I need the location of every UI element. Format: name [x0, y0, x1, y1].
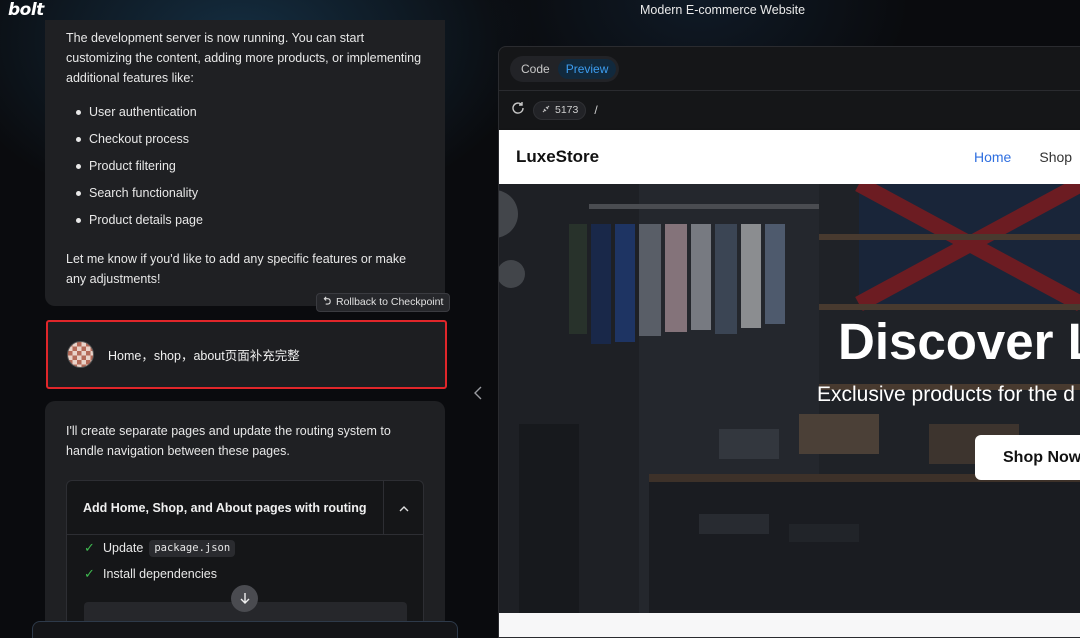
rollback-label: Rollback to Checkpoint [336, 296, 444, 308]
reload-icon[interactable] [511, 101, 525, 119]
page-content [499, 613, 1080, 637]
hero-section: Discover L Exclusive products for the d … [499, 184, 1080, 613]
reply-text: I'll create separate pages and update th… [66, 424, 391, 458]
assistant-outro: Let me know if you'd like to add any spe… [66, 252, 407, 286]
chevron-up-icon [399, 498, 409, 518]
user-message: Home，shop，about页面补充完整 [46, 320, 447, 389]
assistant-message: The development server is now running. Y… [45, 20, 445, 306]
tab-preview[interactable]: Preview [557, 58, 617, 79]
artifact-header[interactable]: Add Home, Shop, and About pages with rou… [67, 481, 423, 535]
view-switcher: Code Preview [510, 55, 620, 82]
artifact-title: Add Home, Shop, and About pages with rou… [83, 500, 367, 515]
bolt-logo[interactable]: bolt [8, 0, 44, 20]
nav-link-shop[interactable]: Shop [1039, 149, 1072, 165]
file-chip: package.json [149, 539, 236, 557]
hero-subtitle: Exclusive products for the d [817, 383, 1075, 406]
list-item: Search functionality [66, 183, 425, 210]
check-icon: ✓ [84, 540, 95, 555]
collapse-toggle-button[interactable] [383, 481, 423, 535]
nav-link-home[interactable]: Home [974, 149, 1011, 165]
artifact-panel: Add Home, Shop, and About pages with rou… [66, 480, 424, 638]
site-nav-links: Home Shop [974, 149, 1072, 165]
action-step: ✓ Update package.json [67, 535, 423, 561]
site-preview: LuxeStore Home Shop Discover L Exclusive… [499, 130, 1080, 637]
hero-title: Discover L [838, 313, 1080, 370]
arrow-down-icon [240, 591, 250, 607]
preview-url-bar: 5173 / [499, 91, 1080, 129]
site-brand[interactable]: LuxeStore [516, 147, 599, 167]
assistant-intro: The development server is now running. Y… [66, 31, 422, 85]
shop-now-button[interactable]: Shop Now [975, 435, 1080, 480]
list-item: Product details page [66, 210, 425, 237]
user-message-text: Home，shop，about页面补充完整 [108, 349, 300, 363]
feature-list: User authentication Checkout process Pro… [66, 102, 425, 237]
workbench: Code Preview 5173 / LuxeStore Home Shop [498, 46, 1080, 638]
port-number: 5173 [555, 104, 579, 116]
port-selector[interactable]: 5173 [533, 100, 587, 120]
chat-input[interactable] [32, 621, 458, 638]
avatar [67, 341, 94, 368]
tab-code[interactable]: Code [513, 59, 558, 79]
step-label: Update [103, 541, 144, 555]
site-navbar: LuxeStore Home Shop [499, 130, 1080, 184]
plug-icon [541, 104, 551, 117]
step-label: Install dependencies [103, 567, 217, 581]
action-step: ✓ Install dependencies [67, 561, 423, 587]
rollback-icon [323, 294, 332, 311]
list-item: Product filtering [66, 156, 425, 183]
check-icon: ✓ [84, 566, 95, 581]
scroll-to-bottom-button[interactable] [231, 585, 258, 612]
list-item: User authentication [66, 102, 425, 129]
workbench-header: Code Preview [499, 47, 1080, 91]
list-item: Checkout process [66, 129, 425, 156]
chevron-left-icon[interactable] [474, 386, 482, 405]
rollback-button[interactable]: Rollback to Checkpoint [316, 293, 451, 312]
project-title: Modern E-commerce Website [640, 3, 806, 17]
url-path[interactable]: / [594, 103, 597, 117]
